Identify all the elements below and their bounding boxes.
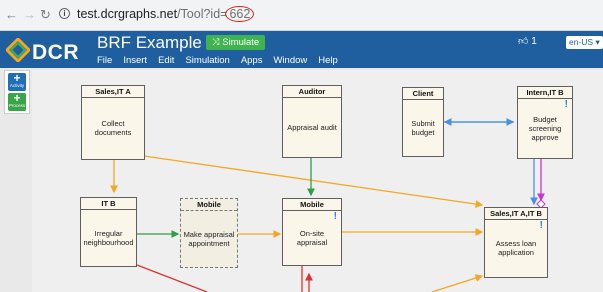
event-e7[interactable]: Mobile ! On-site appraisal	[282, 198, 342, 266]
menu-file[interactable]: File	[97, 55, 112, 66]
tool-panel: + Activity + Process	[4, 70, 30, 114]
url-host: test.dcrgraphs.net	[77, 7, 178, 21]
url-path: /Tool?id=	[177, 7, 228, 21]
event-label: Appraisal audit	[287, 122, 337, 132]
dcr-logo-icon	[6, 38, 30, 62]
event-label: Submit budget	[411, 118, 435, 137]
menu-window[interactable]: Window	[273, 55, 307, 66]
graph-canvas[interactable]: Sales,IT A Collect documents Auditor App…	[32, 70, 603, 292]
forward-arrow-icon[interactable]: →	[23, 7, 36, 23]
main-menu: File Insert Edit Simulation Apps Window …	[97, 55, 349, 66]
shuffle-icon: ⤨	[212, 37, 223, 48]
likes-counter[interactable]: 👍︎ 1	[518, 35, 537, 47]
event-label: On-site appraisal	[296, 228, 328, 247]
chevron-down-icon: ▾	[595, 37, 600, 47]
event-e4[interactable]: Intern,IT B ! Budget screening approve	[517, 86, 573, 159]
app-header: DCR BRF Example ⤨ Simulate File Insert E…	[0, 31, 603, 68]
add-process-label: Process	[8, 103, 26, 108]
back-arrow-icon[interactable]: ←	[5, 7, 18, 23]
event-e8[interactable]: Sales,IT A,IT B ! Assess loan applicatio…	[484, 207, 548, 278]
event-label: Assess loan application	[495, 239, 537, 257]
logo-text: DCR	[32, 41, 79, 64]
info-icon[interactable]: i	[59, 8, 70, 19]
url-graph-id: 662	[225, 6, 255, 22]
language-select[interactable]: en-US ▾	[566, 36, 603, 49]
browser-address-bar: ← → ↻ i test.dcrgraphs.net/Tool?id= 662	[0, 0, 603, 31]
menu-help[interactable]: Help	[318, 55, 338, 66]
add-process-button[interactable]: + Process	[8, 91, 26, 111]
menu-apps[interactable]: Apps	[241, 55, 263, 66]
simulate-button[interactable]: ⤨ Simulate	[206, 35, 266, 50]
event-e2[interactable]: Auditor Appraisal audit	[282, 85, 342, 158]
event-e3[interactable]: Client Submit budget	[402, 87, 444, 157]
simulate-label: Simulate	[222, 37, 260, 48]
graph-title: BRF Example	[97, 33, 202, 52]
add-activity-label: Activity	[9, 83, 25, 88]
event-e1[interactable]: Sales,IT A Collect documents	[81, 85, 145, 160]
reload-icon[interactable]: ↻	[40, 7, 51, 23]
menu-simulation[interactable]: Simulation	[185, 55, 229, 66]
dcr-logo[interactable]: DCR	[6, 38, 84, 64]
likes-count: 1	[531, 36, 537, 47]
event-label: Irregular neighbourhood	[83, 228, 134, 247]
event-label: Collect documents	[94, 119, 132, 137]
url-field[interactable]: test.dcrgraphs.net/Tool?id= 662	[77, 6, 255, 22]
event-e5[interactable]: IT B Irregular neighbourhood	[80, 197, 137, 267]
menu-edit[interactable]: Edit	[158, 55, 174, 66]
relation-condition	[431, 274, 484, 292]
add-activity-button[interactable]: + Activity	[8, 71, 26, 91]
event-label: Make appraisal appointment	[183, 229, 235, 248]
event-e6[interactable]: Mobile Make appraisal appointment	[180, 198, 238, 268]
language-value: en-US	[569, 37, 594, 47]
relation-exclude	[136, 264, 208, 292]
thumbs-up-icon: 👍︎	[518, 36, 529, 47]
menu-insert[interactable]: Insert	[123, 55, 147, 66]
event-label: Budget screening approve	[528, 114, 562, 142]
